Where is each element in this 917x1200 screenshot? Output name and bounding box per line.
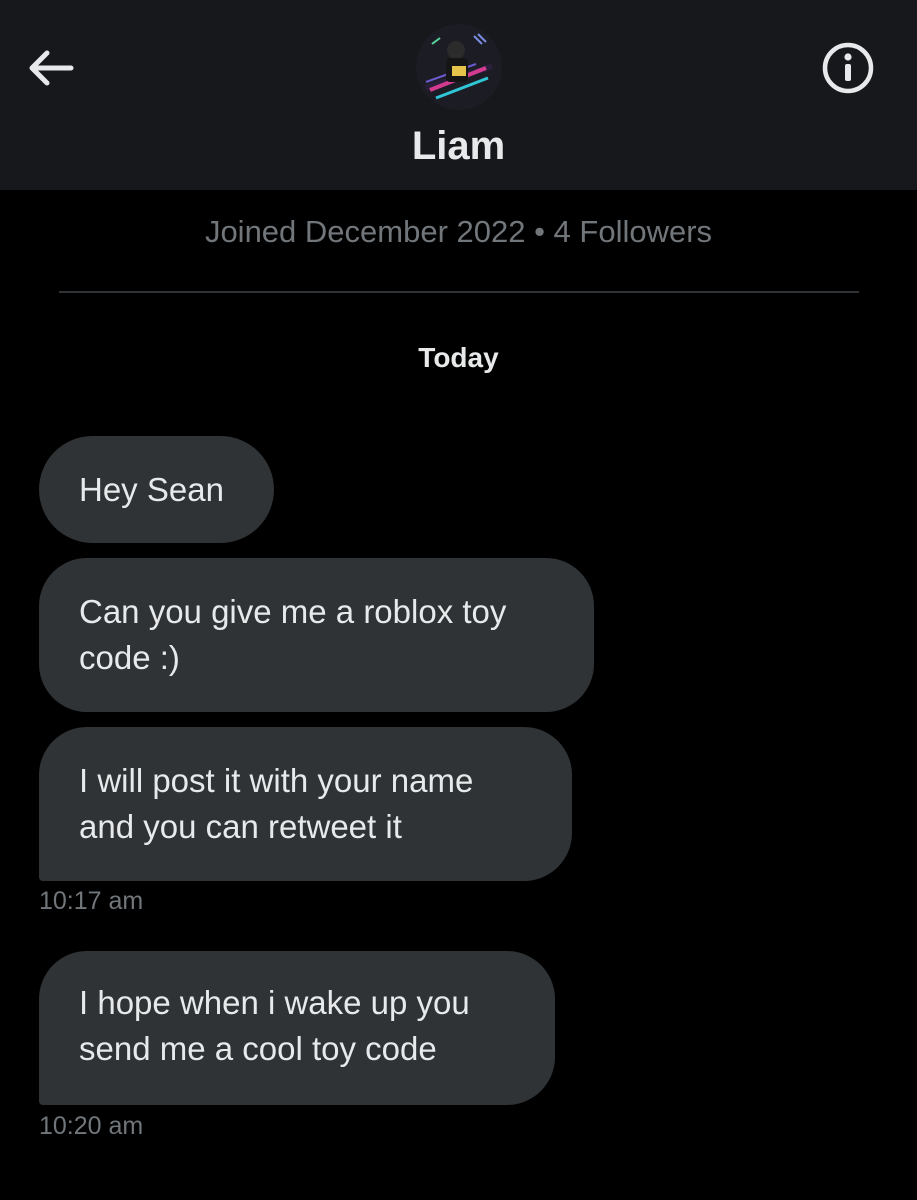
conversation-header: Liam bbox=[0, 0, 917, 190]
message-bubble[interactable]: I hope when i wake up you send me a cool… bbox=[39, 951, 555, 1105]
message-bubble[interactable]: Hey Sean bbox=[39, 436, 274, 543]
info-button[interactable] bbox=[819, 39, 877, 97]
back-button[interactable] bbox=[22, 40, 78, 96]
message-bubble[interactable]: I will post it with your name and you ca… bbox=[39, 727, 572, 881]
message-timestamp: 10:20 am bbox=[39, 1112, 144, 1140]
profile-join-info: Joined December 2022 • 4 Followers bbox=[204, 214, 713, 249]
info-icon bbox=[822, 42, 874, 94]
message-timestamp: 10:17 am bbox=[39, 887, 144, 915]
message-text: Can you give me a roblox toy code :) bbox=[79, 593, 507, 676]
divider bbox=[59, 291, 859, 293]
message-text: I will post it with your name and you ca… bbox=[79, 762, 474, 845]
message-text: Hey Sean bbox=[79, 470, 224, 508]
contact-name: Liam bbox=[411, 124, 506, 168]
day-separator: Today bbox=[418, 342, 499, 373]
message-bubble[interactable]: Can you give me a roblox toy code :) bbox=[39, 558, 594, 712]
message-text: I hope when i wake up you send me a cool… bbox=[79, 984, 470, 1067]
avatar[interactable] bbox=[416, 24, 502, 110]
arrow-left-icon bbox=[29, 50, 74, 86]
avatar-image bbox=[416, 24, 502, 110]
